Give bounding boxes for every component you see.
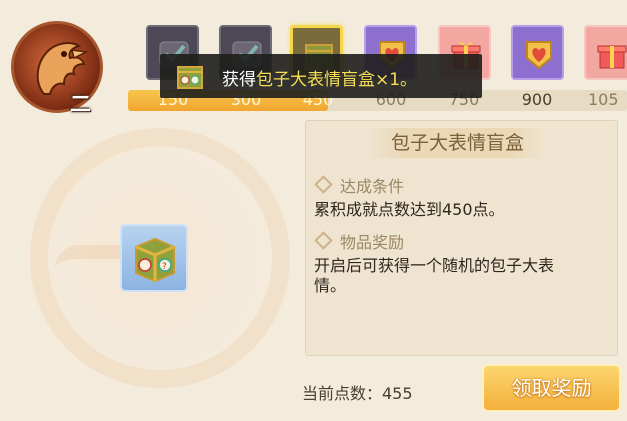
- selected-item-icon[interactable]: ?: [120, 224, 188, 292]
- svg-text:?: ?: [162, 262, 167, 272]
- reward-text-line2: 情。: [314, 276, 347, 295]
- mystery-box-icon: ?: [135, 237, 175, 283]
- condition-text: 累积成就点数达到450点。: [314, 200, 505, 219]
- claim-reward-button[interactable]: 领取奖励: [482, 364, 621, 412]
- toast-prefix: 获得: [222, 70, 256, 90]
- current-points: 当前点数：455: [302, 384, 413, 403]
- reward-slot-900[interactable]: [511, 25, 564, 80]
- reward-slot-1050[interactable]: [584, 25, 627, 80]
- reward-text-line1: 开启后可获得一个随机的包子大表: [314, 256, 555, 275]
- threshold-label: 105: [588, 90, 619, 109]
- threshold-label: 900: [521, 90, 553, 109]
- rank-label: 二: [70, 92, 91, 116]
- gift-box-icon: [597, 45, 627, 69]
- mystery-box-icon: [177, 66, 203, 89]
- toast-text: 获得包子大表情盲盒×1。: [222, 65, 417, 90]
- condition-label: 达成条件: [340, 177, 405, 196]
- reward-label: 物品奖励: [340, 233, 405, 252]
- item-title: 包子大表情盲盒: [370, 128, 545, 158]
- toast-item-name: 包子大表情盲盒: [256, 70, 375, 90]
- heart-badge-icon: [526, 41, 552, 70]
- reward-toast: 获得包子大表情盲盒×1。: [160, 54, 482, 98]
- toast-suffix: ×1。: [375, 70, 418, 90]
